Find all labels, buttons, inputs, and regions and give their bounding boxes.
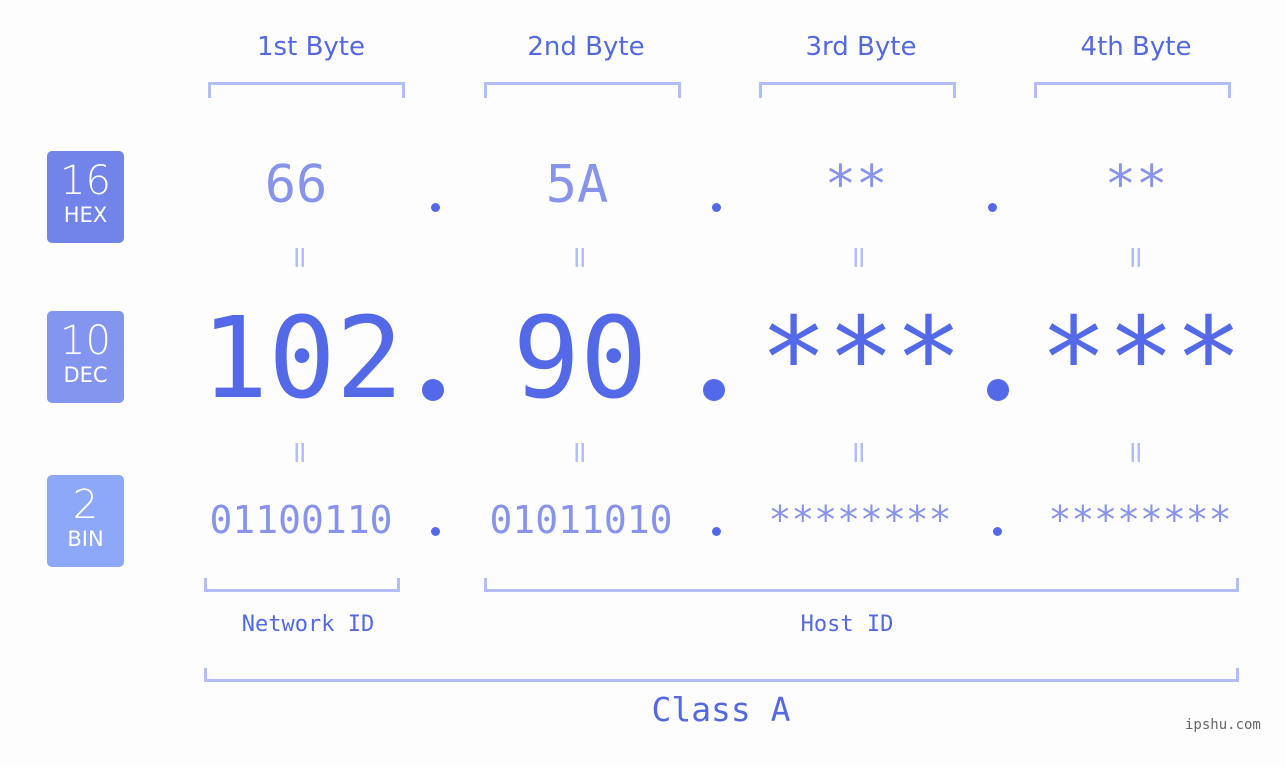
host-bracket	[484, 578, 1239, 592]
hex-value-1: 66	[264, 155, 328, 215]
class-bracket	[204, 668, 1239, 682]
byte-header-4: 4th Byte	[1080, 32, 1192, 62]
bin-value-3: ********	[768, 498, 952, 542]
hex-badge: 16 HEX	[47, 151, 124, 243]
hex-value-3: **	[824, 155, 888, 215]
hex-badge-number: 16	[60, 158, 111, 204]
equals-sign: =	[562, 439, 598, 466]
dec-separator-dot	[422, 379, 444, 401]
dec-value-3: ***	[759, 294, 963, 424]
host-id-label: Host ID	[800, 612, 894, 637]
bin-badge-label: BIN	[67, 527, 104, 551]
byte-bracket-2	[484, 82, 681, 98]
equals-sign: =	[841, 244, 877, 271]
class-label: Class A	[651, 690, 791, 729]
bin-separator-dot	[993, 527, 1002, 536]
bin-value-4: ********	[1048, 498, 1232, 542]
byte-bracket-4	[1034, 82, 1231, 98]
dec-value-4: ***	[1039, 294, 1243, 424]
bin-value-1: 01100110	[209, 498, 393, 542]
dec-separator-dot	[987, 379, 1009, 401]
dec-badge-label: DEC	[63, 363, 108, 387]
dec-badge-number: 10	[60, 318, 111, 364]
byte-bracket-3	[759, 82, 956, 98]
network-id-label: Network ID	[241, 612, 375, 637]
equals-sign: =	[282, 439, 318, 466]
equals-sign: =	[1118, 244, 1154, 271]
byte-header-2: 2nd Byte	[527, 32, 645, 62]
hex-badge-label: HEX	[63, 203, 108, 227]
byte-header-1: 1st Byte	[257, 32, 365, 62]
dec-value-1: 102	[200, 294, 404, 424]
equals-sign: =	[1118, 439, 1154, 466]
byte-bracket-1	[208, 82, 405, 98]
dec-separator-dot	[703, 379, 725, 401]
bin-separator-dot	[712, 527, 721, 536]
hex-value-2: 5A	[545, 155, 609, 215]
hex-separator-dot	[712, 203, 721, 212]
bin-separator-dot	[431, 527, 440, 536]
equals-sign: =	[562, 244, 598, 271]
byte-header-3: 3rd Byte	[805, 32, 917, 62]
network-bracket	[204, 578, 400, 592]
hex-value-4: **	[1104, 155, 1168, 215]
bin-badge: 2 BIN	[47, 475, 124, 567]
hex-separator-dot	[988, 203, 997, 212]
dec-badge: 10 DEC	[47, 311, 124, 403]
equals-sign: =	[282, 244, 318, 271]
dec-value-2: 90	[512, 294, 648, 424]
hex-separator-dot	[431, 203, 440, 212]
equals-sign: =	[841, 439, 877, 466]
bin-value-2: 01011010	[489, 498, 673, 542]
watermark: ipshu.com	[1185, 717, 1261, 733]
bin-badge-number: 2	[72, 482, 99, 528]
